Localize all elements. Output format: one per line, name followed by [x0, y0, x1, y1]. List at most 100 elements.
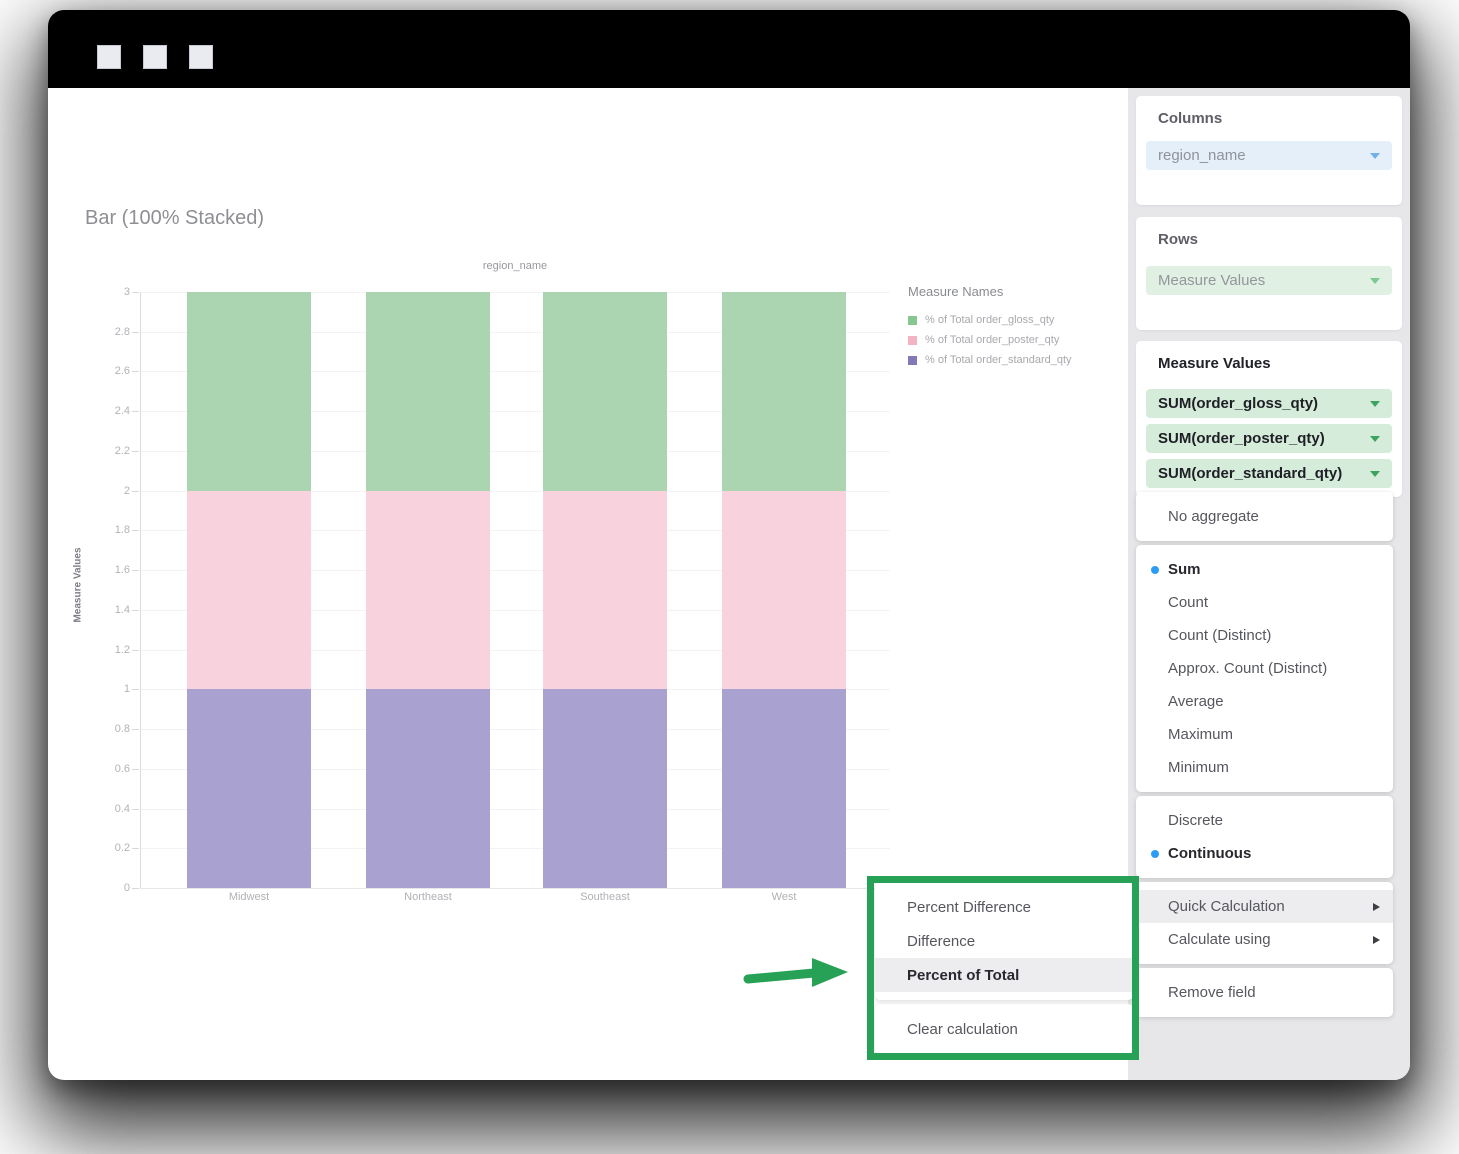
bar-segment-northeast-of-total-order-poster-qty[interactable] — [366, 491, 490, 690]
menu-item-maximum[interactable]: Maximum — [1136, 718, 1393, 751]
bar-segment-midwest-of-total-order-poster-qty[interactable] — [187, 491, 311, 690]
y-axis-tick-label: 1.8 — [92, 524, 130, 536]
y-axis-tick-label: 1.6 — [92, 564, 130, 576]
y-axis-tick-mark — [132, 689, 139, 690]
columns-pill[interactable]: region_name — [1146, 141, 1392, 170]
bar-segment-southeast-of-total-order-poster-qty[interactable] — [543, 491, 667, 690]
columns-card-header: Columns — [1158, 110, 1222, 127]
legend-item-label: % of Total order_poster_qty — [925, 334, 1059, 346]
y-axis-tick-label: 1 — [92, 683, 130, 695]
measure-pill-sum-order-poster-qty[interactable]: SUM(order_poster_qty) — [1146, 424, 1392, 453]
measure-values-card: Measure Values SUM(order_gloss_qty) SUM(o… — [1136, 341, 1402, 497]
menu-section: No aggregate — [1136, 492, 1393, 541]
menu-item-label: Average — [1168, 693, 1224, 710]
x-axis-title: region_name — [140, 260, 890, 272]
y-axis-tick-mark — [132, 729, 139, 730]
menu-item-label: Maximum — [1168, 726, 1233, 743]
x-axis-category-label: Southeast — [543, 891, 667, 903]
measure-pill-label: SUM(order_gloss_qty) — [1158, 395, 1318, 412]
menu-item-count-distinct[interactable]: Count (Distinct) — [1136, 619, 1393, 652]
y-axis-tick-mark — [132, 292, 139, 293]
dropdown-arrow-icon[interactable] — [1370, 471, 1380, 477]
x-axis-category-label: West — [722, 891, 846, 903]
menu-item-no-aggregate[interactable]: No aggregate — [1136, 500, 1393, 533]
dropdown-arrow-icon[interactable] — [1370, 153, 1380, 159]
annotation-arrow-icon — [742, 946, 850, 994]
y-axis-tick-label: 1.2 — [92, 644, 130, 656]
legend-swatch-icon — [908, 356, 917, 365]
y-axis-tick-mark — [132, 411, 139, 412]
menu-item-approx-count-distinct[interactable]: Approx. Count (Distinct) — [1136, 652, 1393, 685]
menu-item-continuous[interactable]: Continuous — [1136, 837, 1393, 870]
legend-swatch-icon — [908, 336, 917, 345]
y-axis-tick-mark — [132, 769, 139, 770]
bar-segment-northeast-of-total-order-gloss-qty[interactable] — [366, 292, 490, 491]
bar-segment-midwest-of-total-order-standard-qty[interactable] — [187, 689, 311, 888]
menu-item-count[interactable]: Count — [1136, 586, 1393, 619]
y-axis-tick-mark — [132, 888, 139, 889]
menu-section: Percent DifferenceDifference Percent of T… — [875, 882, 1133, 1000]
legend-item-of-total-order-standard-qty: % of Total order_standard_qty — [908, 352, 1072, 368]
columns-card: Columns region_name — [1136, 96, 1402, 205]
bar-segment-midwest-of-total-order-gloss-qty[interactable] — [187, 292, 311, 491]
legend-item-of-total-order-gloss-qty: % of Total order_gloss_qty — [908, 312, 1054, 328]
menu-item-label: Sum — [1168, 561, 1201, 578]
menu-item-label: Continuous — [1168, 845, 1251, 862]
rows-pill[interactable]: Measure Values — [1146, 266, 1392, 295]
menu-section: Quick Calculation Calculate using — [1136, 882, 1393, 964]
y-axis-tick-mark — [132, 848, 139, 849]
menu-item-difference[interactable]: Difference — [875, 924, 1133, 958]
y-axis-tick-mark — [132, 570, 139, 571]
measure-values-card-header: Measure Values — [1158, 355, 1271, 372]
menu-item-minimum[interactable]: Minimum — [1136, 751, 1393, 784]
menu-section: Remove field — [1136, 968, 1393, 1017]
y-axis-tick-mark — [132, 332, 139, 333]
bar-segment-southeast-of-total-order-standard-qty[interactable] — [543, 689, 667, 888]
menu-item-label: Percent of Total — [907, 967, 1019, 984]
menu-item-percent-of-total[interactable]: Percent of Total — [875, 958, 1133, 992]
menu-item-calculate-using[interactable]: Calculate using — [1136, 923, 1393, 956]
menu-item-label: Approx. Count (Distinct) — [1168, 660, 1327, 677]
menu-item-label: Quick Calculation — [1168, 898, 1285, 915]
bar-segment-west-of-total-order-standard-qty[interactable] — [722, 689, 846, 888]
measure-pill-label: SUM(order_standard_qty) — [1158, 465, 1342, 482]
menu-item-average[interactable]: Average — [1136, 685, 1393, 718]
menu-item-label: No aggregate — [1168, 508, 1259, 525]
selected-indicator-dot — [1151, 850, 1159, 858]
measure-pill-sum-order-standard-qty[interactable]: SUM(order_standard_qty) — [1146, 459, 1392, 488]
legend-swatch-icon — [908, 316, 917, 325]
y-axis-tick-label: 2.8 — [92, 326, 130, 338]
menu-item-label: Discrete — [1168, 812, 1223, 829]
bar-segment-west-of-total-order-gloss-qty[interactable] — [722, 292, 846, 491]
y-axis-tick-mark — [132, 371, 139, 372]
bar-segment-west-of-total-order-poster-qty[interactable] — [722, 491, 846, 690]
menu-item-label: Remove field — [1168, 984, 1256, 1001]
y-axis-tick-mark — [132, 610, 139, 611]
menu-section: Discrete Continuous — [1136, 796, 1393, 878]
menu-section: Clear calculation — [875, 1004, 1133, 1054]
menu-item-label: Minimum — [1168, 759, 1229, 776]
legend-item-of-total-order-poster-qty: % of Total order_poster_qty — [908, 332, 1059, 348]
menu-item-label: Clear calculation — [907, 1021, 1018, 1038]
y-axis-tick-label: 2 — [92, 485, 130, 497]
menu-item-quick-calculation[interactable]: Quick Calculation — [1136, 890, 1393, 923]
y-axis-tick-label: 2.4 — [92, 405, 130, 417]
bar-segment-northeast-of-total-order-standard-qty[interactable] — [366, 689, 490, 888]
dropdown-arrow-icon[interactable] — [1370, 278, 1380, 284]
y-axis-tick-mark — [132, 451, 139, 452]
menu-item-discrete[interactable]: Discrete — [1136, 804, 1393, 837]
dropdown-arrow-icon[interactable] — [1370, 436, 1380, 442]
y-axis-tick-label: 0 — [92, 882, 130, 894]
y-axis-tick-label: 3 — [92, 286, 130, 298]
x-axis-category-label: Northeast — [366, 891, 490, 903]
menu-item-sum[interactable]: Sum — [1136, 553, 1393, 586]
bar-segment-southeast-of-total-order-gloss-qty[interactable] — [543, 292, 667, 491]
dropdown-arrow-icon[interactable] — [1370, 401, 1380, 407]
menu-item-percent-difference[interactable]: Percent Difference — [875, 890, 1133, 924]
menu-item-remove-field[interactable]: Remove field — [1136, 976, 1393, 1009]
menu-item-clear-calculation[interactable]: Clear calculation — [875, 1012, 1133, 1046]
y-axis-tick-label: 0.4 — [92, 803, 130, 815]
measure-pill-sum-order-gloss-qty[interactable]: SUM(order_gloss_qty) — [1146, 389, 1392, 418]
columns-pill-label: region_name — [1158, 147, 1246, 164]
y-axis-tick-mark — [132, 530, 139, 531]
